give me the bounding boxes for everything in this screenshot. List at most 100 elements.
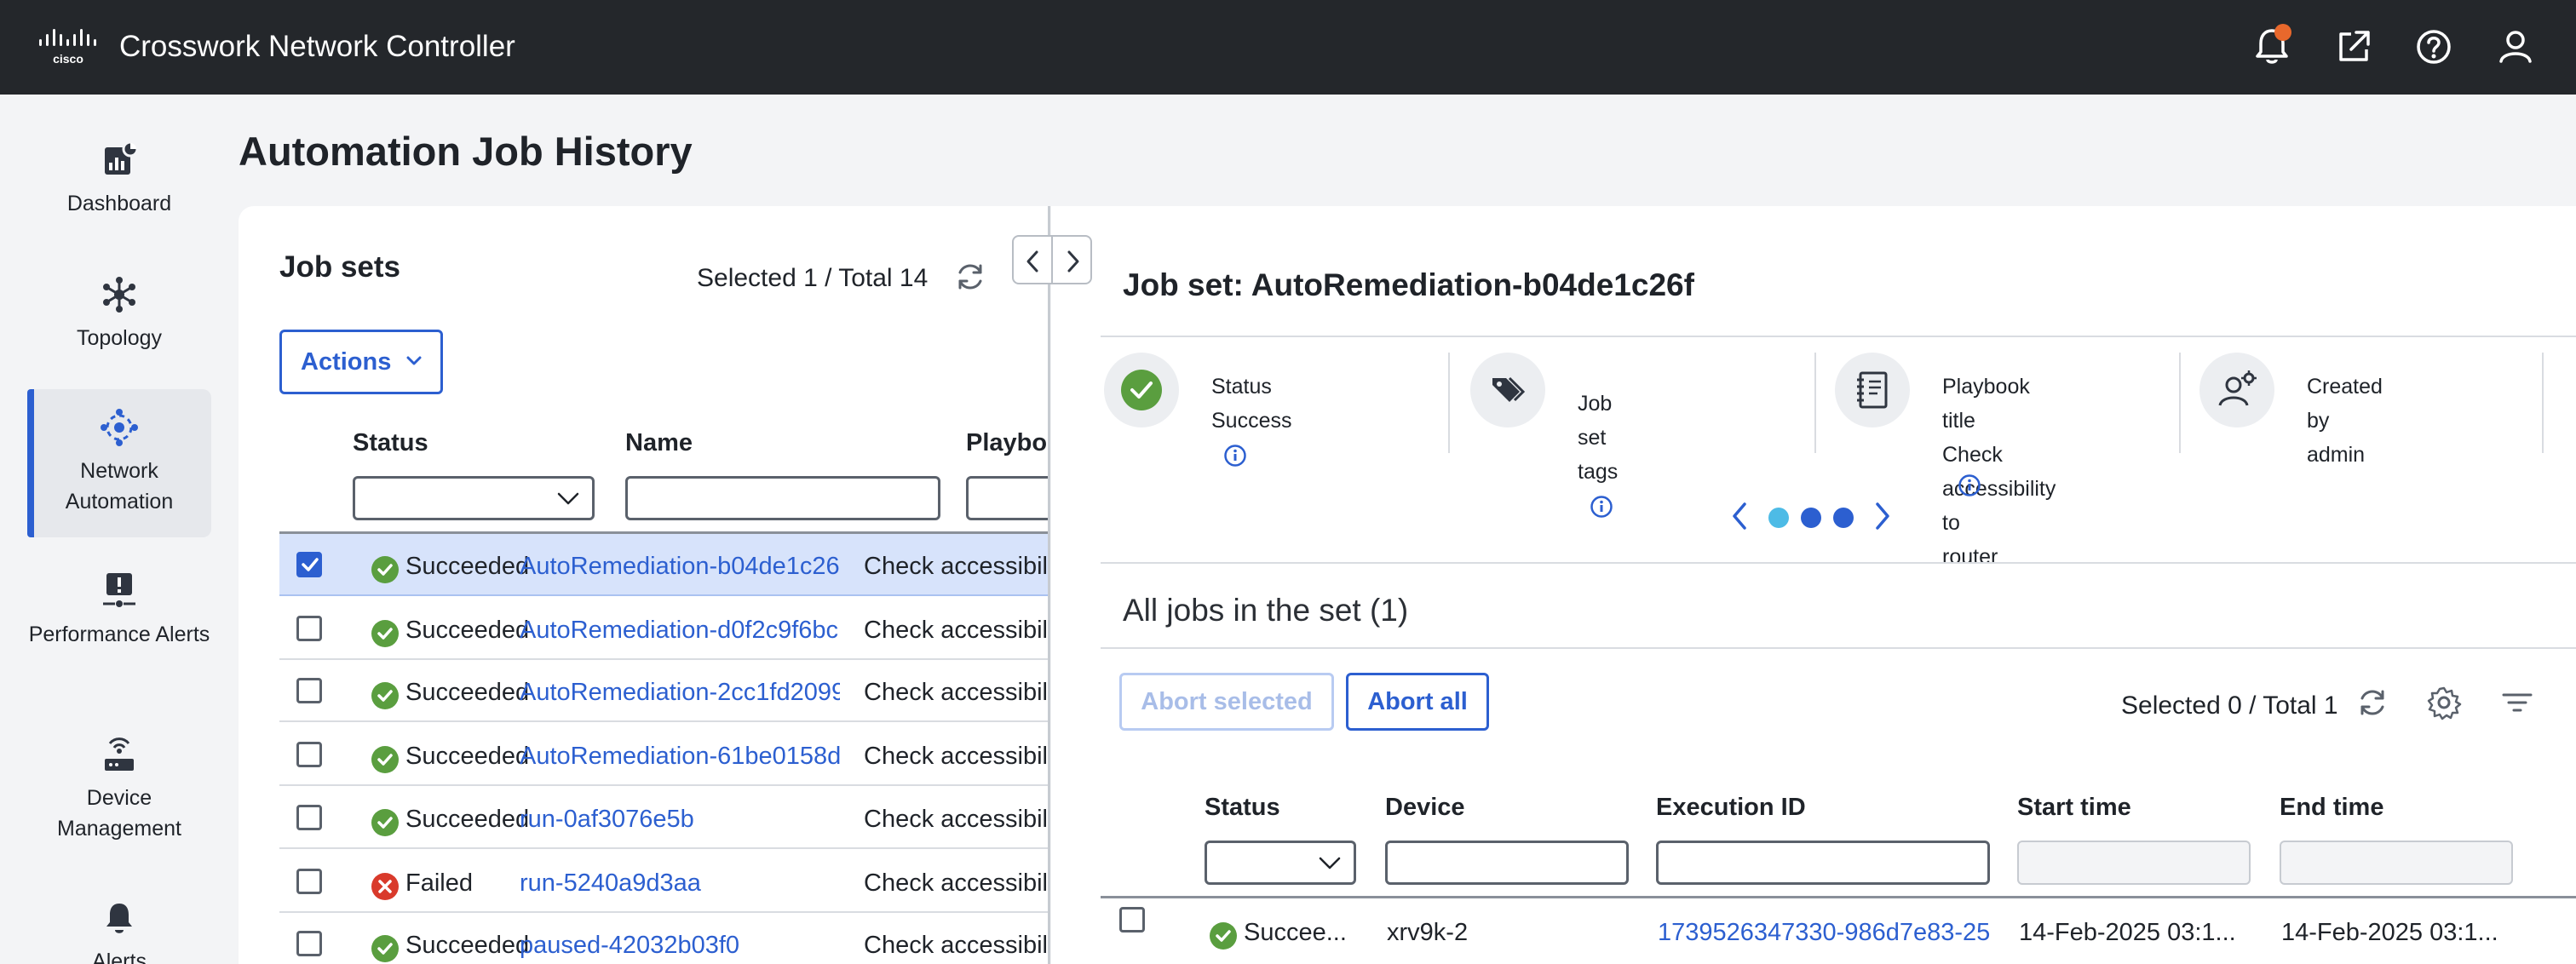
sidebar-item-network-automation[interactable]: Network Automation xyxy=(27,389,211,537)
row-checkbox[interactable] xyxy=(296,931,322,956)
chevron-right-icon xyxy=(1067,250,1079,273)
collapse-left-button[interactable] xyxy=(1012,235,1053,284)
detail-divider xyxy=(1101,336,2576,337)
job-row-checkbox[interactable] xyxy=(1119,907,1145,932)
job-table-row[interactable]: Succee... xrv9k-2 1739526347330-986d7e83… xyxy=(1101,898,2576,964)
name-filter-input[interactable] xyxy=(625,476,940,520)
success-icon xyxy=(371,682,399,709)
chevron-down-icon xyxy=(1319,857,1341,869)
playbook-icon-circle xyxy=(1835,353,1910,427)
playbook-filter-input[interactable] xyxy=(966,476,1049,520)
row-name-link[interactable]: run-5240a9d3aa xyxy=(520,869,840,898)
row-name-link[interactable]: AutoRemediation-d0f2c9f6bc xyxy=(520,617,840,645)
row-name-link[interactable]: AutoRemediation-b04de1c26f xyxy=(520,553,840,581)
row-checkbox[interactable] xyxy=(296,552,322,577)
success-icon xyxy=(371,935,399,962)
created-by-value: admin xyxy=(2307,443,2366,467)
carousel-dot[interactable] xyxy=(1833,508,1854,528)
row-name-link[interactable]: AutoRemediation-61be0158df xyxy=(520,743,840,771)
row-checkbox[interactable] xyxy=(296,742,322,767)
playbook-value-cont: router xyxy=(1942,545,1998,569)
column-header-status[interactable]: Status xyxy=(353,429,428,457)
table-row[interactable]: Succeeded run-0af3076e5b Check accessibi… xyxy=(279,787,1049,849)
refresh-icon[interactable] xyxy=(952,259,988,295)
refresh-icon[interactable] xyxy=(2355,685,2390,720)
job-execution-id-link[interactable]: 1739526347330-986d7e83-25 xyxy=(1658,919,2002,947)
external-link-button[interactable] xyxy=(2331,24,2377,70)
execution-id-filter-input[interactable] xyxy=(1656,841,1990,885)
job-device: xrv9k-2 xyxy=(1387,919,1469,946)
table-row[interactable]: Succeeded AutoRemediation-2cc1fd2099 Che… xyxy=(279,660,1049,722)
created-by-icon-circle xyxy=(2199,353,2274,427)
info-icon[interactable] xyxy=(1958,473,1981,497)
row-checkbox[interactable] xyxy=(296,805,322,830)
device-filter-input[interactable] xyxy=(1385,841,1629,885)
job-status: Succee... xyxy=(1244,919,1347,946)
info-icon[interactable] xyxy=(1223,444,1247,468)
sidebar-item-performance-alerts[interactable]: Performance Alerts xyxy=(27,571,211,699)
row-playbook: Check accessibility to router xyxy=(864,932,1049,959)
row-checkbox[interactable] xyxy=(296,869,322,894)
notifications-button[interactable] xyxy=(2249,24,2295,70)
row-name-link[interactable]: run-0af3076e5b xyxy=(520,806,840,834)
notification-dot xyxy=(2274,24,2291,41)
sidebar-item-device-management[interactable]: Device Management xyxy=(27,735,211,863)
abort-all-button[interactable]: Abort all xyxy=(1346,673,1489,731)
end-time-filter-input xyxy=(2280,841,2513,885)
detail-divider xyxy=(1101,562,2576,564)
user-profile-button[interactable] xyxy=(2493,24,2539,70)
table-row[interactable]: Succeeded paused-42032b03f0 Check access… xyxy=(279,913,1049,964)
chevron-down-icon xyxy=(406,356,422,365)
carousel-dot[interactable] xyxy=(1801,508,1821,528)
column-header-start-time[interactable]: Start time xyxy=(2017,794,2131,822)
sidebar-item-alerts[interactable]: Alerts xyxy=(27,898,211,964)
row-playbook: Check accessibility to router xyxy=(864,806,1049,833)
chevron-right-icon[interactable] xyxy=(1871,497,1893,535)
sidebar-item-topology[interactable]: Topology xyxy=(27,275,211,386)
tags-icon-circle xyxy=(1470,353,1545,427)
gear-icon[interactable] xyxy=(2426,685,2462,720)
sidebar-label-topology: Topology xyxy=(76,326,163,350)
help-button[interactable] xyxy=(2411,24,2457,70)
column-header-status[interactable]: Status xyxy=(1205,794,1280,822)
status-filter-select[interactable] xyxy=(353,476,595,520)
carousel-dot[interactable] xyxy=(1768,508,1789,528)
column-header-device[interactable]: Device xyxy=(1385,794,1465,822)
status-value: Success xyxy=(1211,409,1292,433)
status-label: Status xyxy=(1211,375,1272,399)
created-by-label: Created by xyxy=(2307,375,2383,433)
chevron-down-icon xyxy=(557,492,579,505)
sidebar-item-dashboard[interactable]: Dashboard xyxy=(27,141,211,251)
column-header-playbook[interactable]: Playbook xyxy=(966,429,1049,457)
row-status: Succeeded xyxy=(405,553,530,580)
row-checkbox[interactable] xyxy=(296,678,322,703)
sidebar: Dashboard Topology Network Automation Pe… xyxy=(0,95,213,964)
alerts-bell-icon xyxy=(106,904,132,933)
info-icon[interactable] xyxy=(1590,495,1613,519)
column-header-end-time[interactable]: End time xyxy=(2280,794,2383,822)
svg-text:cisco: cisco xyxy=(53,52,83,66)
abort-selected-button[interactable]: Abort selected xyxy=(1119,673,1334,731)
sidebar-label-alerts: Alerts xyxy=(92,950,147,964)
row-checkbox[interactable] xyxy=(296,616,322,641)
table-row[interactable]: Succeeded AutoRemediation-61be0158df Che… xyxy=(279,724,1049,786)
row-name-link[interactable]: AutoRemediation-2cc1fd2099 xyxy=(520,679,840,707)
row-playbook: Check accessibility to router xyxy=(864,743,1049,770)
sidebar-label-dashboard: Dashboard xyxy=(66,192,172,215)
filter-icon[interactable] xyxy=(2499,685,2535,720)
success-icon xyxy=(1121,370,1162,410)
table-row[interactable]: Succeeded AutoRemediation-b04de1c26f Che… xyxy=(279,534,1049,596)
table-row[interactable]: Succeeded AutoRemediation-d0f2c9f6bc Che… xyxy=(279,598,1049,660)
table-row[interactable]: Failed run-5240a9d3aa Check accessibilit… xyxy=(279,851,1049,913)
column-header-name[interactable]: Name xyxy=(625,429,693,457)
actions-dropdown-button[interactable]: Actions xyxy=(279,330,443,394)
column-header-execution-id[interactable]: Execution ID xyxy=(1656,794,1806,822)
expand-right-button[interactable] xyxy=(1051,235,1092,284)
playbook-label: Playbook title xyxy=(1942,375,2030,433)
row-playbook: Check accessibility to router xyxy=(864,869,1049,897)
job-status-filter-select[interactable] xyxy=(1205,841,1356,885)
chevron-left-icon[interactable] xyxy=(1729,497,1751,535)
row-name-link[interactable]: paused-42032b03f0 xyxy=(520,932,840,960)
notebook-icon xyxy=(1857,371,1888,409)
panel-splitter[interactable] xyxy=(1048,206,1050,964)
